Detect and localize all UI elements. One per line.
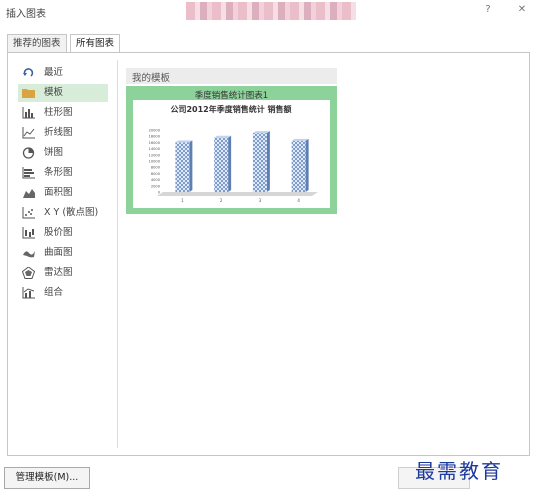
category-label: 组合 [44, 287, 64, 298]
category-label: 股价图 [44, 227, 73, 238]
template-thumbnail[interactable]: 季度销售统计图表1 公司2012年季度销售统计 销售额 20000 18000 16… [126, 86, 337, 214]
bar-chart-icon [22, 167, 35, 179]
category-label: 雷达图 [44, 267, 73, 278]
category-label: 柱形图 [44, 107, 73, 118]
column-chart-icon [22, 107, 35, 119]
category-divider [117, 60, 118, 448]
category-label: 模板 [44, 87, 64, 98]
category-combo[interactable]: 组合 [18, 284, 108, 302]
surface-chart-icon [23, 251, 35, 258]
bar-top [214, 135, 232, 138]
window-title: 插入图表 [6, 9, 46, 20]
line-chart-icon [22, 127, 35, 139]
area-chart-icon [23, 189, 35, 198]
templates-section-label: 我的模板 [132, 73, 171, 84]
category-label: 条形图 [44, 167, 73, 178]
tab-label: 推荐的图表 [13, 38, 61, 49]
y-tick-label: 12000 [149, 153, 161, 157]
x-tick-label: 3 [259, 198, 262, 203]
title-bar: 插入图表 ? ✕ [0, 0, 538, 24]
chart-title: 公司2012年季度销售统计 销售额 [170, 104, 291, 114]
category-column[interactable]: 柱形图 [18, 104, 108, 122]
close-icon[interactable]: ✕ [514, 3, 530, 17]
recent-icon [23, 68, 34, 77]
bar [175, 142, 190, 192]
category-area[interactable]: 面积图 [18, 184, 108, 202]
y-tick-label: 18000 [149, 135, 161, 139]
bar [252, 133, 267, 192]
tab-all-charts[interactable]: 所有图表 [70, 34, 121, 53]
category-label: X Y (散点图) [44, 207, 99, 218]
bar-side [305, 138, 309, 192]
category-label: 饼图 [44, 147, 64, 158]
watermark: 最需教育 [415, 459, 503, 483]
stock-chart-icon [22, 227, 35, 239]
category-label: 折线图 [44, 127, 73, 138]
manage-templates-button[interactable]: 管理模板(M)... [4, 467, 90, 489]
category-line[interactable]: 折线图 [18, 124, 108, 142]
chart-floor [157, 192, 318, 196]
x-tick-label: 2 [220, 198, 223, 203]
category-stock[interactable]: 股价图 [18, 224, 108, 242]
x-tick-label: 4 [297, 198, 300, 203]
y-tick-label: 6000 [151, 172, 161, 176]
templates-section-header: 我的模板 [126, 68, 337, 84]
bar-side [266, 131, 270, 192]
y-tick-label: 2000 [151, 184, 161, 188]
category-radar[interactable]: 雷达图 [18, 264, 108, 282]
tab-recommended-charts[interactable]: 推荐的图表 [7, 34, 67, 52]
y-tick-label: 8000 [151, 166, 161, 170]
pie-chart-icon [22, 147, 35, 159]
combo-chart-icon [22, 287, 35, 299]
bar [291, 140, 306, 192]
category-label: 最近 [44, 67, 64, 78]
category-label: 曲面图 [44, 247, 73, 258]
help-icon[interactable]: ? [480, 3, 496, 17]
category-recent[interactable]: 最近 [18, 64, 108, 82]
category-surface[interactable]: 曲面图 [18, 244, 108, 262]
template-folder-icon [22, 89, 35, 98]
category-label: 面积图 [44, 187, 73, 198]
category-pie[interactable]: 饼图 [18, 144, 108, 162]
bar [214, 137, 229, 192]
bar-side [189, 140, 193, 192]
radar-chart-icon [22, 267, 35, 279]
y-tick-label: 16000 [149, 141, 161, 145]
bar-top [175, 140, 193, 143]
y-tick-label: 4000 [151, 178, 161, 182]
blurred-region [186, 2, 356, 20]
bar-side [228, 135, 232, 192]
tab-label: 所有图表 [76, 38, 115, 49]
template-chart-preview: 公司2012年季度销售统计 销售额 2000018000160001400012… [133, 100, 330, 208]
y-tick-label: 20000 [149, 129, 161, 133]
category-templates[interactable]: 模板 [18, 84, 108, 102]
scatter-chart-icon [22, 207, 35, 219]
category-scatter[interactable]: X Y (散点图) [18, 204, 108, 222]
y-tick-label: 14000 [149, 147, 161, 151]
y-tick-label: 10000 [149, 160, 161, 164]
x-tick-label: 1 [181, 198, 184, 203]
category-bar[interactable]: 条形图 [18, 164, 108, 182]
